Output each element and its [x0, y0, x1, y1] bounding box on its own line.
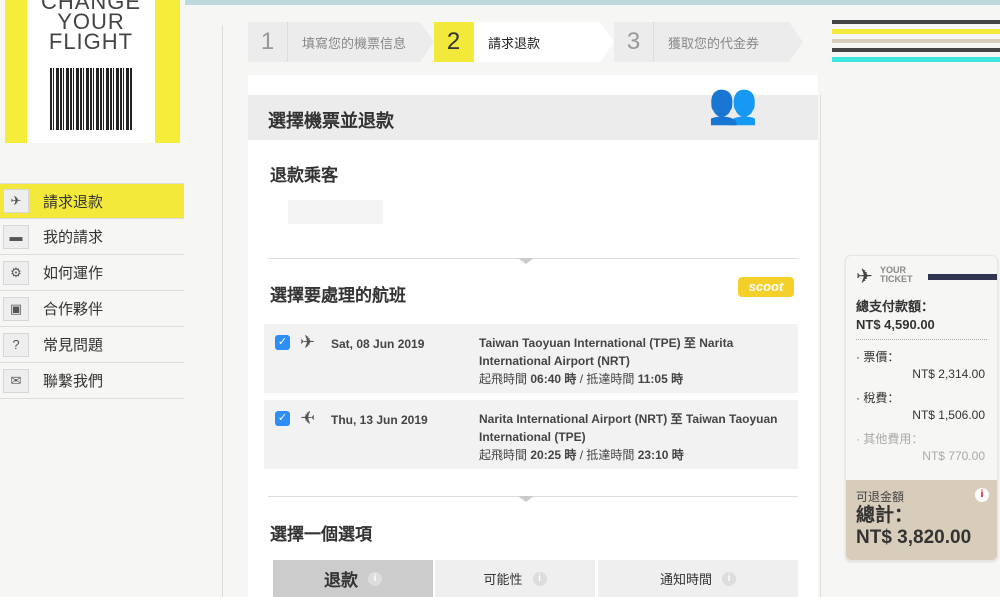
- question-icon: ?: [3, 332, 29, 357]
- flight-checkbox[interactable]: ✓: [275, 411, 290, 426]
- total-label: 總計：: [856, 505, 914, 526]
- sidebar-item-how-it-works[interactable]: ⚙ 如何運作: [0, 255, 184, 291]
- flight-row[interactable]: ✓ ✈ Sat, 08 Jun 2019 Taiwan Taoyuan Inte…: [264, 324, 798, 393]
- other-fees-label: · 其他費用：: [856, 432, 924, 446]
- sidebar-item-label: 如何運作: [43, 265, 104, 282]
- sidebar-item-partners[interactable]: ▣ 合作夥伴: [0, 291, 184, 327]
- passenger-heading: 退款乘客: [270, 166, 338, 185]
- step-number: 1: [248, 22, 288, 62]
- flight-route: Narita International Airport (NRT) 至 Tai…: [479, 412, 778, 444]
- sidebar-item-label: 聯繫我們: [43, 373, 104, 390]
- step-number: 2: [434, 22, 475, 62]
- logo-line: FLIGHT: [48, 29, 134, 54]
- section-divider: [268, 258, 798, 264]
- step-label: 獲取您的代金券: [668, 35, 760, 51]
- total-paid-value: NT$ 4,590.00: [856, 317, 935, 332]
- sidebar-item-label: 請求退款: [43, 193, 104, 211]
- plane-outbound-icon: ✈: [300, 332, 316, 352]
- refundable-label: 可退金額: [856, 490, 905, 504]
- tab-label: 通知時間: [659, 572, 712, 587]
- scoot-logo: scoot: [738, 277, 794, 297]
- sidebar-item-label: 常見問題: [43, 337, 104, 354]
- other-fees-value: NT$ 770.00: [922, 449, 985, 463]
- info-icon[interactable]: i: [368, 571, 382, 586]
- flight-row[interactable]: ✓ ✈ Thu, 13 Jun 2019 Narita Internationa…: [264, 400, 798, 469]
- step-1: 1 填寫您的機票信息: [248, 22, 435, 62]
- envelope-icon: ✉: [3, 368, 29, 393]
- departure-label: 起飛時間: [479, 448, 528, 462]
- departure-time: 20:25 時: [530, 448, 577, 462]
- plane-icon: ✈: [856, 266, 873, 288]
- sidebar-item-contact[interactable]: ✉ 聯繫我們: [0, 363, 184, 399]
- fare-value: NT$ 2,314.00: [912, 367, 985, 381]
- sidebar-nav: ✈ 請求退款 ▬ 我的請求 ⚙ 如何運作 ▣ 合作夥伴 ? 常見問題 ✉ 聯繫我們: [0, 183, 184, 399]
- step-label: 填寫您的機票信息: [302, 35, 407, 51]
- sidebar-item-request-refund[interactable]: ✈ 請求退款: [0, 183, 184, 219]
- passenger-name-redacted: [288, 200, 383, 224]
- arrival-label: / 抵達時間: [579, 448, 635, 462]
- fare-label: · 票價：: [856, 350, 900, 364]
- refund-total: 可退金額 i 總計： NT$ 3,820.00: [846, 480, 997, 560]
- brand-text: TICKET: [880, 274, 913, 284]
- divider: [222, 25, 223, 597]
- arrival-time: 11:05 時: [637, 372, 684, 386]
- gears-icon: ⚙: [3, 260, 29, 285]
- tab-label: 退款: [324, 571, 358, 590]
- flight-date: Thu, 13 Jun 2019: [331, 413, 428, 427]
- total-value: NT$ 3,820.00: [856, 527, 972, 548]
- arrival-time: 23:10 時: [637, 448, 684, 462]
- total-paid-label: 總支付款額：: [856, 299, 935, 314]
- plane-takeoff-icon: ✈: [3, 189, 29, 213]
- progress-steps: 1 填寫您的機票信息 2 請求退款 3 獲取您的代金券: [248, 22, 804, 62]
- step-number: 3: [614, 22, 655, 62]
- info-icon[interactable]: i: [975, 488, 989, 502]
- sidebar-item-label: 我的請求: [43, 229, 104, 246]
- flights-heading: 選擇要處理的航班: [270, 286, 406, 305]
- briefcase-icon: ▣: [3, 296, 29, 321]
- tab-possibility[interactable]: 可能性 i: [435, 560, 595, 597]
- tax-value: NT$ 1,506.00: [912, 408, 985, 422]
- sidebar-item-faq[interactable]: ? 常見問題: [0, 327, 184, 363]
- ticket-bar: [928, 274, 997, 280]
- step-label: 請求退款: [488, 35, 541, 51]
- change-your-flight-logo[interactable]: CHANGE YOUR FLIGHT: [5, 0, 180, 143]
- tab-notification-time[interactable]: 通知時間 i: [598, 560, 798, 597]
- divider: [820, 95, 821, 597]
- sidebar-item-label: 合作夥伴: [43, 301, 104, 318]
- decorative-stripes: [832, 20, 1000, 67]
- agent-desk-icon: 👥: [708, 82, 758, 126]
- refund-panel: 選擇機票並退款 👥 退款乘客 選擇要處理的航班 scoot ✓ ✈ Sat, 0…: [248, 75, 818, 597]
- departure-label: 起飛時間: [479, 372, 528, 386]
- top-border: [185, 0, 1000, 5]
- sidebar-item-my-requests[interactable]: ▬ 我的請求: [0, 219, 184, 255]
- departure-time: 06:40 時: [530, 372, 577, 386]
- step-3: 3 獲取您的代金券: [614, 22, 804, 62]
- info-icon[interactable]: i: [532, 571, 547, 586]
- step-2: 2 請求退款: [434, 22, 615, 62]
- flight-date: Sat, 08 Jun 2019: [331, 337, 425, 351]
- flight-checkbox[interactable]: ✓: [275, 335, 290, 350]
- barcode-icon: [50, 68, 132, 130]
- options-heading: 選擇一個選項: [270, 525, 372, 544]
- info-icon[interactable]: i: [722, 571, 736, 586]
- tax-label: · 稅費：: [856, 391, 900, 405]
- arrival-label: / 抵達時間: [579, 372, 635, 386]
- ticket-summary: ✈ YOUR TICKET 總支付款額： NT$ 4,590.00 · 票價： N…: [845, 255, 998, 561]
- plane-return-icon: ✈: [300, 408, 316, 428]
- tab-label: 可能性: [483, 572, 523, 587]
- tab-refund[interactable]: 退款 i: [273, 560, 433, 597]
- ticket-icon: ▬: [3, 224, 29, 249]
- flight-route: Taiwan Taoyuan International (TPE) 至 Nar…: [479, 336, 734, 368]
- section-divider: [268, 496, 798, 502]
